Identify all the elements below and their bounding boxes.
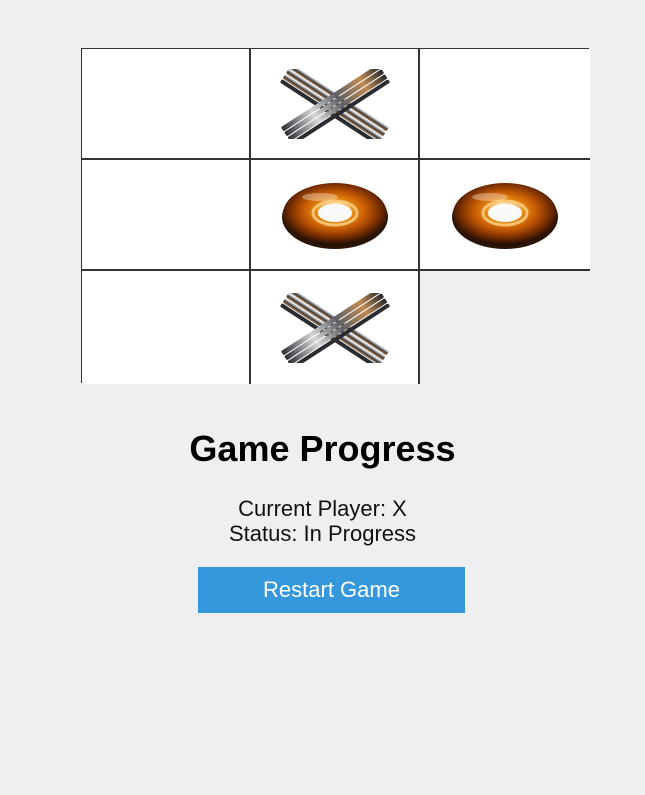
board-cell-0-1[interactable]: X <box>251 49 420 160</box>
metallic-x-icon <box>279 68 391 139</box>
metallic-x-icon <box>279 292 391 363</box>
game-info: Current Player: X Status: In Progress <box>0 496 645 546</box>
amber-ring-o-icon <box>450 179 560 251</box>
board-cell-1-0[interactable] <box>82 160 251 271</box>
board-cell-2-1[interactable]: X <box>251 271 420 384</box>
game-progress-title: Game Progress <box>189 428 456 469</box>
tic-tac-toe-board: X O <box>81 48 590 384</box>
current-player-text: Current Player: X <box>238 496 407 521</box>
board-cell-1-2[interactable]: O <box>420 160 590 271</box>
board-cell-2-2[interactable] <box>420 271 590 384</box>
board-cell-0-2[interactable] <box>420 49 590 160</box>
game-page: X O <box>0 0 645 795</box>
board-cell-1-1[interactable]: O <box>251 160 420 271</box>
amber-ring-o-icon <box>280 179 390 251</box>
board-cell-2-0[interactable] <box>82 271 251 384</box>
restart-game-button[interactable]: Restart Game <box>198 567 465 613</box>
board-cell-0-0[interactable] <box>82 49 251 160</box>
status-text: Status: In Progress <box>228 521 417 546</box>
